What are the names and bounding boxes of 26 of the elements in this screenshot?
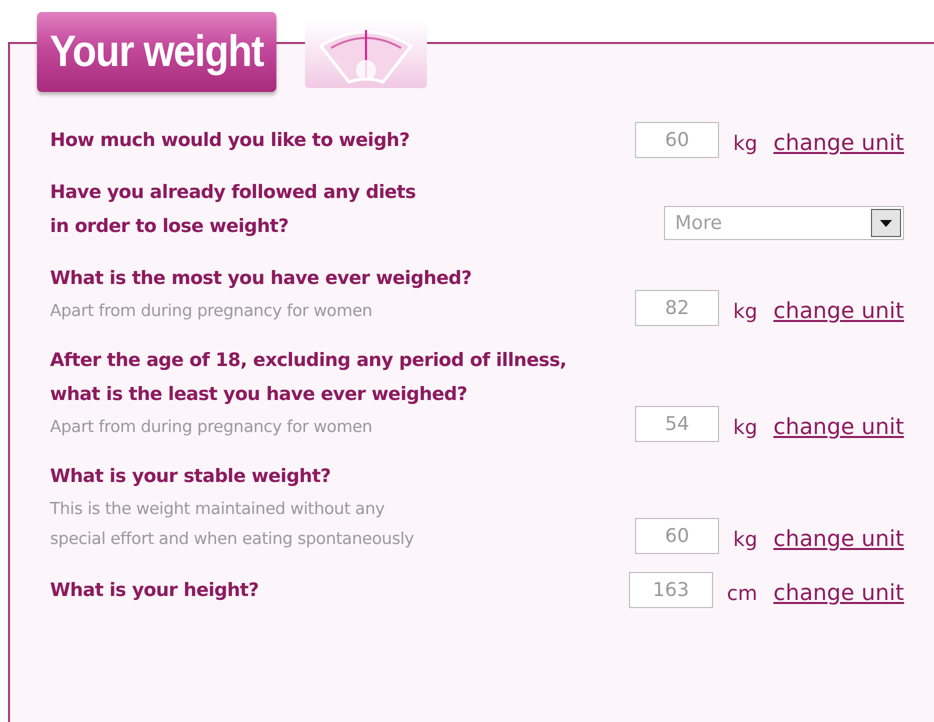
number-input[interactable]: 60 — [635, 122, 720, 158]
hint-text: Apart from during pregnancy for women — [50, 416, 374, 438]
question-label: What is the most you have ever weighed? — [50, 267, 472, 291]
change-unit-link[interactable]: change unit — [773, 580, 904, 608]
hint-text: This is the weight maintained without any special effort and when eating spontaneously — [50, 498, 414, 550]
change-unit-link[interactable]: change unit — [773, 298, 904, 326]
section-title: Your weight — [37, 12, 276, 92]
number-input[interactable]: 163 — [628, 572, 713, 608]
change-unit-link[interactable]: change unit — [773, 130, 904, 158]
question-label: What is your height? — [50, 579, 259, 603]
hint-text: Apart from during pregnancy for women — [50, 300, 374, 322]
question-label: Have you already followed any diets in order to lose weight? — [50, 181, 416, 239]
dropdown-select[interactable]: More — [664, 206, 904, 240]
unit-label: kg — [733, 526, 758, 553]
unit-label: kg — [733, 414, 758, 441]
question-label: After the age of 18, excluding any period of illness, what is the least you have ever weighed? — [50, 349, 566, 407]
unit-label: cm — [726, 580, 758, 607]
change-unit-link[interactable]: change unit — [773, 414, 904, 442]
question-label: How much would you like to weigh? — [50, 129, 410, 153]
unit-label: kg — [733, 298, 758, 325]
question-label: What is your stable weight? — [50, 465, 332, 489]
number-input[interactable]: 82 — [635, 290, 720, 326]
number-input[interactable]: 60 — [635, 518, 720, 554]
unit-label: kg — [733, 130, 758, 157]
number-input[interactable]: 54 — [635, 406, 720, 442]
change-unit-link[interactable]: change unit — [773, 526, 904, 554]
